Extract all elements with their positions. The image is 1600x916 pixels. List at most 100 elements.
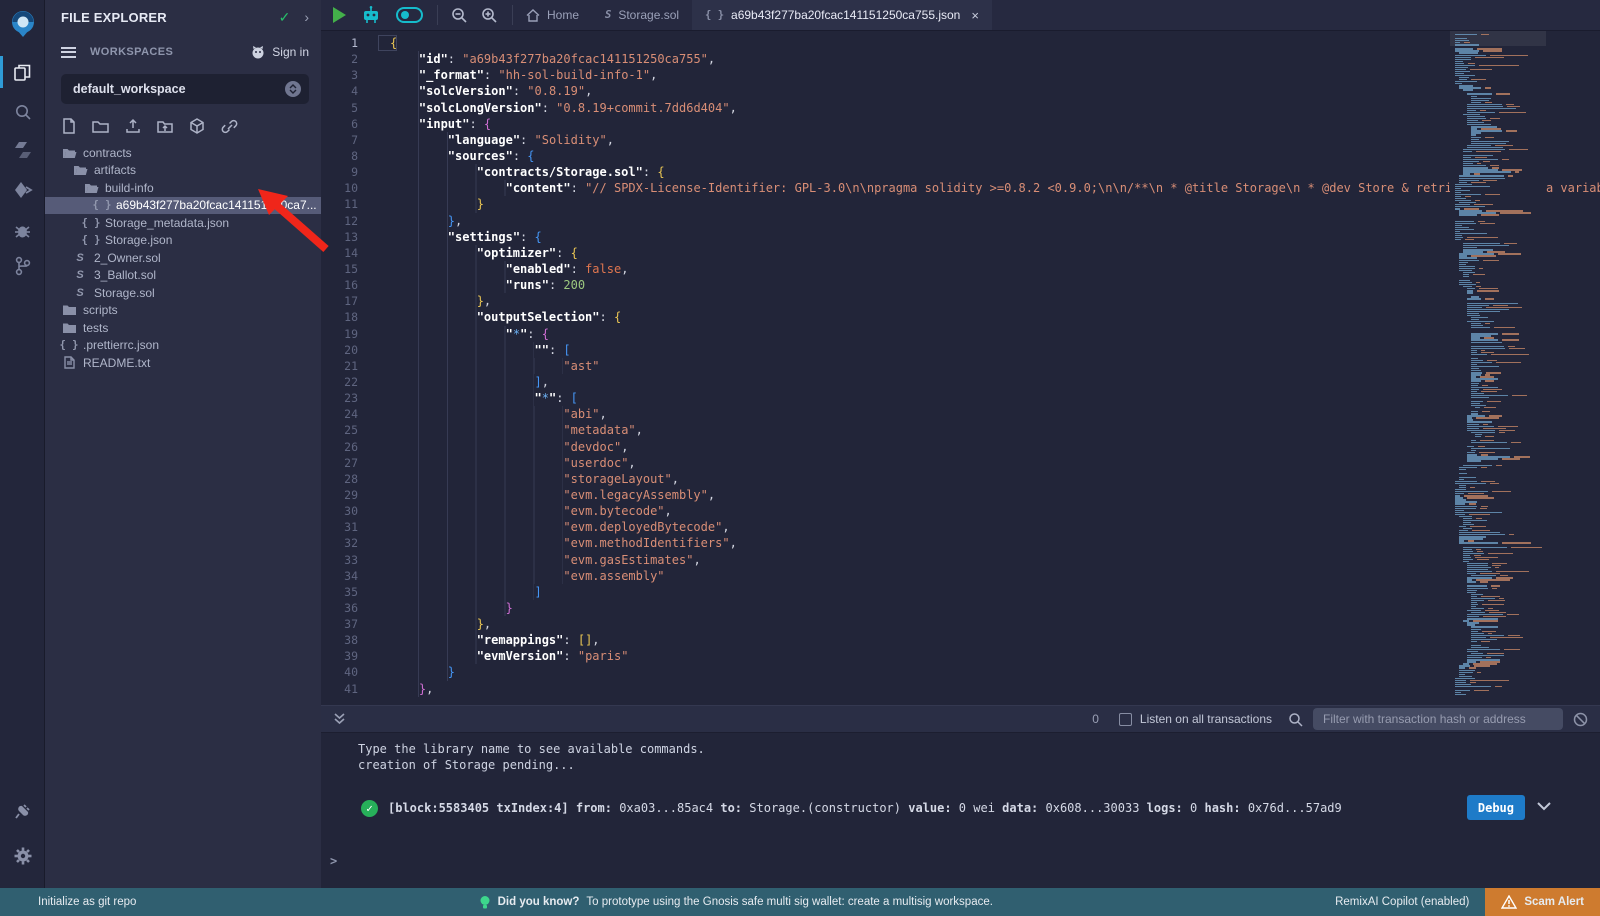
code-line-30: 30"evm.bytecode", (321, 503, 1600, 519)
solidity-file-icon: S (605, 9, 611, 21)
workspace-select[interactable]: default_workspace (61, 74, 309, 104)
json-file-icon: { } (83, 217, 99, 229)
ipfs-cube-icon[interactable] (189, 118, 205, 134)
copilot-status[interactable]: RemixAI Copilot (enabled) (1335, 896, 1469, 908)
tree-item-scripts[interactable]: scripts (45, 302, 321, 320)
debug-button[interactable]: Debug (1467, 795, 1525, 820)
tree-item-tests[interactable]: tests (45, 319, 321, 337)
upload-file-icon[interactable] (125, 118, 141, 134)
scam-alert-badge[interactable]: Scam Alert (1485, 888, 1600, 916)
tab-storage-sol[interactable]: S Storage.sol (592, 0, 692, 30)
solidity-compiler-rail-icon[interactable] (0, 132, 45, 168)
tree-item-storage-json[interactable]: { }Storage.json (45, 232, 321, 250)
tree-item-storage-metadata-json[interactable]: { }Storage_metadata.json (45, 214, 321, 232)
tree-item-label: .prettierrc.json (83, 338, 159, 352)
line-number: 38 (321, 632, 378, 648)
transaction-row[interactable]: ✓ [block:5583405 txIndex:4] from: 0xa03.… (321, 795, 1600, 821)
line-number: 31 (321, 519, 378, 535)
minimap[interactable] (1450, 31, 1546, 705)
tree-item-label: build-info (105, 181, 154, 195)
github-sign-in[interactable]: Sign in (250, 45, 309, 59)
file-explorer-panel: FILE EXPLORER ✓ › WORKSPACES Sign in def… (45, 0, 321, 888)
line-number: 21 (321, 358, 378, 374)
transaction-count: 0 (1092, 712, 1099, 726)
ai-copilot-robot-icon[interactable] (360, 5, 382, 25)
tree-item-label: a69b43f277ba20fcac141151250ca7... (116, 198, 317, 212)
code-line-21: 21"ast" (321, 358, 1600, 374)
json-file-icon: { } (94, 199, 110, 211)
upload-folder-icon[interactable] (157, 119, 173, 134)
line-number: 37 (321, 616, 378, 632)
line-number: 30 (321, 503, 378, 519)
link-icon[interactable] (221, 119, 238, 134)
copilot-toggle[interactable] (396, 7, 423, 23)
code-line-17: 17}, (321, 293, 1600, 309)
line-number: 33 (321, 552, 378, 568)
tree-item-a69b43f277ba20fcac141151250ca7-[interactable]: { } a69b43f277ba20fcac141151250ca7... (45, 197, 321, 215)
code-line-23: 23"*": [ (321, 390, 1600, 406)
plugin-manager-rail-icon[interactable] (0, 793, 45, 829)
line-number: 39 (321, 648, 378, 664)
tree-item-3-ballot-sol[interactable]: S3_Ballot.sol (45, 267, 321, 285)
line-number: 36 (321, 600, 378, 616)
code-line-8: 8"sources": { (321, 148, 1600, 164)
tree-item-storage-sol[interactable]: SStorage.sol (45, 284, 321, 302)
settings-gear-rail-icon[interactable] (0, 838, 45, 874)
tree-item--prettierrc-json[interactable]: { } .prettierrc.json (45, 337, 321, 355)
terminal-body[interactable]: Type the library name to see available c… (321, 733, 1600, 869)
json-file-icon: { } (61, 339, 77, 351)
remix-logo[interactable] (0, 4, 45, 44)
workspace-menu-icon[interactable] (61, 47, 76, 58)
transaction-filter-input[interactable] (1313, 708, 1563, 730)
collapse-terminal-icon[interactable] (333, 712, 346, 726)
run-script-button[interactable] (333, 7, 346, 23)
listen-all-checkbox[interactable] (1119, 713, 1132, 726)
code-line-37: 37}, (321, 616, 1600, 632)
transaction-summary: [block:5583405 txIndex:4] from: 0xa03...… (388, 801, 1342, 815)
clear-console-icon[interactable] (1573, 712, 1588, 727)
code-line-39: 39"evmVersion": "paris" (321, 648, 1600, 664)
code-line-5: 5"solcLongVersion": "0.8.19+commit.7dd6d… (321, 100, 1600, 116)
zoom-in-icon[interactable] (480, 6, 498, 24)
close-tab-icon[interactable]: × (971, 8, 979, 23)
line-number: 27 (321, 455, 378, 471)
tree-item-build-info[interactable]: build-info (45, 179, 321, 197)
tab-home[interactable]: Home (513, 0, 592, 30)
search-rail-icon[interactable] (0, 94, 45, 130)
tree-item-contracts[interactable]: contracts (45, 144, 321, 162)
did-you-know-tip: Did you know? To prototype using the Gno… (479, 895, 993, 910)
expand-transaction-icon[interactable] (1536, 800, 1552, 812)
terminal-search-icon (1288, 712, 1303, 727)
tree-item-2-owner-sol[interactable]: S2_Owner.sol (45, 249, 321, 267)
tree-item-readme-txt[interactable]: README.txt (45, 354, 321, 372)
home-icon (526, 9, 540, 22)
line-number: 40 (321, 664, 378, 680)
workspace-name: default_workspace (73, 82, 285, 96)
code-line-6: 6"input": { (321, 116, 1600, 132)
git-init-action[interactable]: Initialize as git repo (38, 896, 136, 908)
tree-item-artifacts[interactable]: artifacts (45, 162, 321, 180)
code-line-20: 20"": [ (321, 342, 1600, 358)
deploy-run-rail-icon[interactable] (0, 172, 45, 208)
new-file-icon[interactable] (62, 118, 76, 134)
line-number: 6 (321, 116, 378, 132)
git-rail-icon[interactable] (0, 248, 45, 284)
zoom-out-icon[interactable] (450, 6, 468, 24)
code-editor[interactable]: 1{2"id": "a69b43f277ba20fcac141151250ca7… (321, 31, 1600, 705)
tab-build-info-json[interactable]: { } a69b43f277ba20fcac141151250ca755.jso… (692, 0, 992, 30)
code-line-7: 7"language": "Solidity", (321, 132, 1600, 148)
debugger-rail-icon[interactable] (0, 212, 45, 248)
folder-open-icon (72, 164, 88, 176)
terminal-prompt[interactable]: > (321, 853, 1600, 869)
tree-item-label: Storage.sol (94, 286, 155, 300)
chevron-right-icon[interactable]: › (304, 9, 309, 25)
terminal: 0 Listen on all transactions Type the li… (321, 705, 1600, 888)
line-number: 26 (321, 439, 378, 455)
panel-header: FILE EXPLORER ✓ › (45, 0, 321, 34)
file-explorer-rail-icon[interactable] (0, 54, 45, 90)
check-icon: ✓ (279, 9, 291, 26)
new-folder-icon[interactable] (92, 119, 109, 133)
tree-item-label: README.txt (83, 356, 150, 370)
line-number: 35 (321, 584, 378, 600)
line-number: 20 (321, 342, 378, 358)
